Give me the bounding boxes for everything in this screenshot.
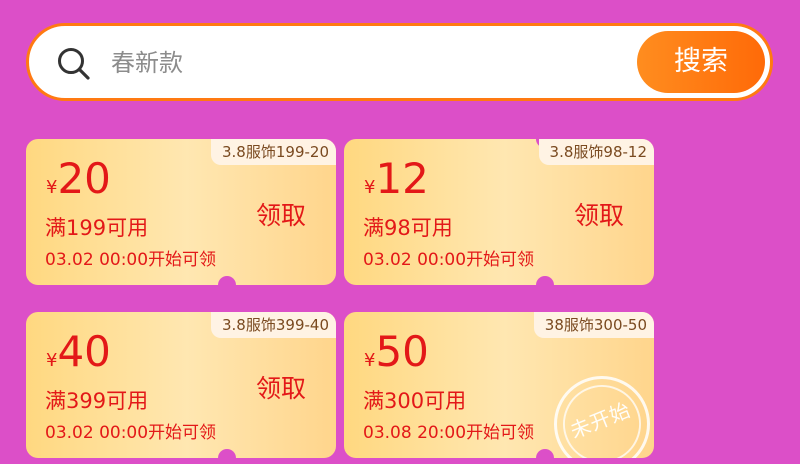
coupon-amount: ¥40 <box>46 324 111 380</box>
coupon-amount: ¥20 <box>46 151 111 207</box>
coupon-value: 40 <box>57 327 111 376</box>
coupon-threshold: 满199可用 <box>45 216 149 240</box>
coupon-start-time: 03.02 00:00开始可领 <box>45 423 217 443</box>
coupon-amount: ¥50 <box>364 324 429 380</box>
coupon-threshold: 满98可用 <box>363 216 453 240</box>
coupon-value: 12 <box>375 154 429 203</box>
coupon-card: 3.8服饰199-20 ¥20 满199可用 03.02 00:00开始可领 领… <box>26 139 336 285</box>
stamp-label: 未开始 <box>566 396 635 443</box>
coupon-threshold: 满399可用 <box>45 389 149 413</box>
search-button[interactable]: 搜索 <box>637 31 765 93</box>
coupon-start-time: 03.02 00:00开始可领 <box>45 250 217 270</box>
coupon-tag: 38服饰300-50 <box>533 312 654 338</box>
coupon-tag: 3.8服饰399-40 <box>211 312 336 338</box>
claim-button[interactable]: 领取 <box>256 369 306 405</box>
coupon-value: 50 <box>375 327 429 376</box>
currency-symbol: ¥ <box>364 177 376 198</box>
coupon-value: 20 <box>57 154 111 203</box>
currency-symbol: ¥ <box>46 177 58 198</box>
search-icon <box>58 48 90 80</box>
coupon-start-time: 03.02 00:00开始可领 <box>363 250 535 270</box>
coupon-card: 3.8服饰399-40 ¥40 满399可用 03.02 00:00开始可领 领… <box>26 312 336 458</box>
currency-symbol: ¥ <box>46 350 58 371</box>
claim-button[interactable]: 领取 <box>574 196 624 232</box>
coupon-tag: 3.8服饰98-12 <box>538 139 654 165</box>
not-started-stamp: 未开始 <box>539 361 654 458</box>
search-input[interactable] <box>111 44 631 82</box>
claim-button[interactable]: 领取 <box>256 196 306 232</box>
coupon-amount: ¥12 <box>364 151 429 207</box>
search-bar: 搜索 <box>26 23 773 101</box>
coupon-card: 38服饰300-50 ¥50 满300可用 03.08 20:00开始可领 未开… <box>344 312 654 458</box>
coupon-tag: 3.8服饰199-20 <box>211 139 336 165</box>
currency-symbol: ¥ <box>364 350 376 371</box>
coupon-card: 3.8服饰98-12 ¥12 满98可用 03.02 00:00开始可领 领取 <box>344 139 654 285</box>
coupon-start-time: 03.08 20:00开始可领 <box>363 423 535 443</box>
coupon-threshold: 满300可用 <box>363 389 467 413</box>
